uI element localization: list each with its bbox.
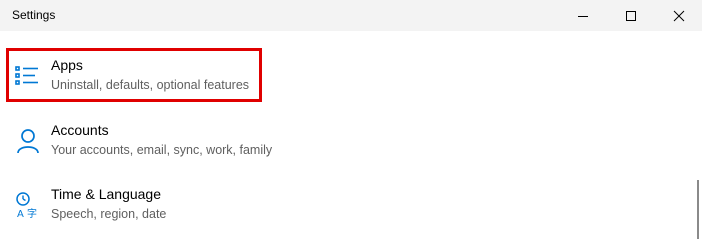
minimize-button[interactable] — [560, 0, 606, 31]
settings-item-label: Apps — [51, 57, 83, 73]
settings-item-label: Accounts — [51, 122, 109, 138]
svg-text:字: 字 — [27, 207, 37, 220]
settings-item-time-language[interactable]: A 字 Time & Language Speech, region, date — [6, 177, 262, 231]
window-title: Settings — [12, 8, 56, 22]
settings-item-description: Your accounts, email, sync, work, family — [51, 143, 273, 157]
settings-content: Apps Uninstall, defaults, optional featu… — [0, 31, 702, 239]
minimize-icon — [577, 10, 589, 22]
settings-item-description: Speech, region, date — [51, 207, 167, 221]
settings-window: Settings Apps Uninstall, defaults, optio… — [0, 0, 702, 239]
settings-item-description: Uninstall, defaults, optional features — [51, 78, 250, 92]
apps-list-icon — [13, 61, 43, 91]
vertical-scrollbar[interactable] — [697, 180, 699, 239]
maximize-button[interactable] — [608, 0, 654, 31]
close-icon — [673, 10, 685, 22]
settings-item-accounts[interactable]: Accounts Your accounts, email, sync, wor… — [6, 113, 272, 167]
maximize-icon — [625, 10, 637, 22]
settings-item-apps[interactable]: Apps Uninstall, defaults, optional featu… — [6, 48, 262, 102]
title-bar: Settings — [0, 0, 702, 31]
svg-text:A: A — [17, 209, 24, 220]
settings-item-label: Time & Language — [51, 186, 161, 202]
person-icon — [13, 126, 43, 156]
close-button[interactable] — [656, 0, 702, 31]
time-language-icon: A 字 — [13, 190, 43, 220]
